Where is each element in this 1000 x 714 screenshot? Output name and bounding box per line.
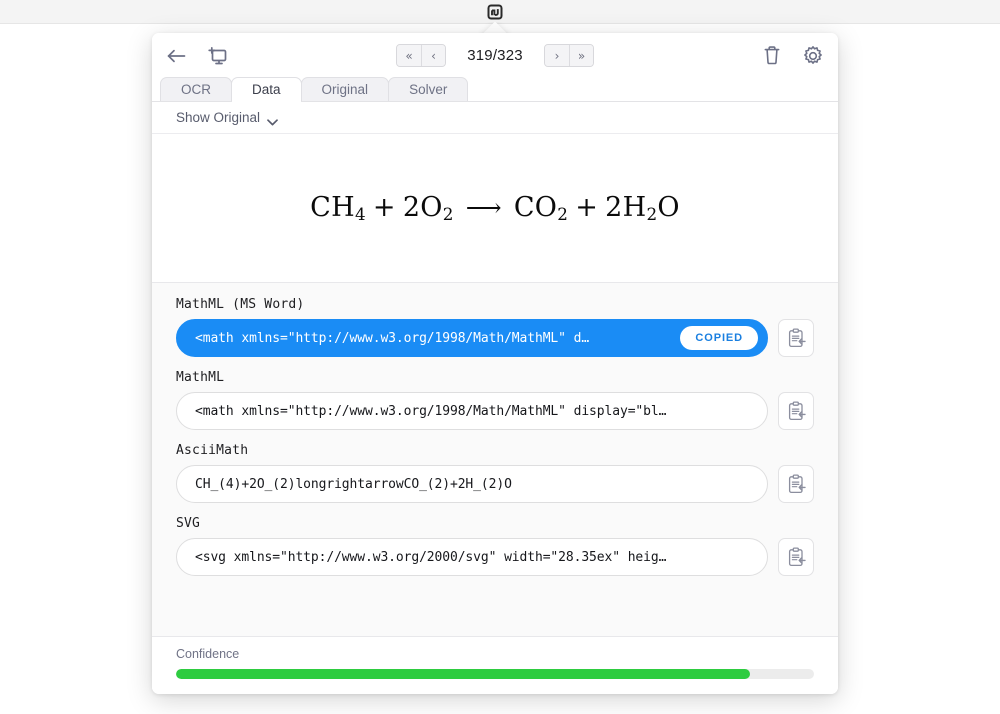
field-value-asciimath[interactable]: CH_(4)+2O_(2)longrightarrowCO_(2)+2H_(2)… [176, 465, 768, 503]
equation-preview: CH4 +2O2 ⟶ CO2 +2H2O [152, 134, 838, 283]
equation-h2o: 2H [605, 191, 647, 223]
tab-bar: OCR Data Original Solver [152, 77, 838, 102]
trash-icon[interactable] [762, 45, 782, 66]
macos-menubar [0, 0, 1000, 24]
show-original-label: Show Original [176, 110, 261, 125]
clipboard-paste-icon[interactable] [778, 465, 814, 503]
field-label: AsciiMath [176, 443, 249, 458]
field-svg: SVG <svg xmlns="http://www.w3.org/2000/s… [176, 516, 814, 576]
tab-ocr[interactable]: OCR [160, 77, 232, 101]
tab-original[interactable]: Original [300, 77, 390, 101]
field-mathml-msword: MathML (MS Word) <math xmlns="http://www… [176, 297, 814, 357]
field-value-text: <math xmlns="http://www.w3.org/1998/Math… [195, 403, 667, 419]
show-original-row: Show Original [152, 102, 838, 134]
equation-o2-sub: 2 [442, 204, 454, 225]
field-label: SVG [176, 516, 201, 531]
field-value-text: CH_(4)+2O_(2)longrightarrowCO_(2)+2H_(2)… [195, 476, 512, 492]
equation-ch-sub: 4 [354, 204, 366, 225]
show-original-toggle[interactable]: Show Original [176, 110, 278, 126]
equation-co: CO [513, 191, 558, 223]
equation-h2o-tail: O [657, 191, 680, 223]
field-label: MathML (MS Word) [176, 297, 305, 312]
tab-data[interactable]: Data [231, 77, 302, 102]
confidence-bar [176, 669, 814, 679]
pager-prev-button[interactable]: ‹ [421, 45, 445, 66]
field-value-svg[interactable]: <svg xmlns="http://www.w3.org/2000/svg" … [176, 538, 768, 576]
pager-last-button[interactable]: » [569, 45, 593, 66]
equation-plus-1: + [372, 191, 396, 223]
clipboard-paste-icon[interactable] [778, 392, 814, 430]
back-arrow-icon[interactable] [166, 47, 188, 65]
confidence-label: Confidence [176, 647, 240, 661]
pager-next-button[interactable]: › [545, 45, 569, 66]
toolbar: « ‹ 319/323 › » [152, 33, 838, 78]
gear-icon[interactable] [802, 45, 824, 67]
equation-h2o-sub: 2 [646, 204, 658, 225]
field-value-text: <svg xmlns="http://www.w3.org/2000/svg" … [195, 549, 667, 565]
pager-count: 319/323 [467, 47, 523, 64]
equation-arrow: ⟶ [465, 192, 502, 222]
pager-prev-group[interactable]: « ‹ [396, 44, 446, 67]
snip-popover-window: « ‹ 319/323 › » OCR Data Original Solver… [152, 33, 838, 694]
clipboard-paste-icon[interactable] [778, 319, 814, 357]
equation-ch: CH [310, 191, 355, 223]
field-value-text: <math xmlns="http://www.w3.org/1998/Math… [195, 330, 590, 346]
pager-next-group[interactable]: › » [544, 44, 594, 67]
field-value-mathml-msword[interactable]: <math xmlns="http://www.w3.org/1998/Math… [176, 319, 768, 357]
equation-plus-2: + [575, 191, 599, 223]
field-label: MathML [176, 370, 225, 385]
field-asciimath: AsciiMath CH_(4)+2O_(2)longrightarrowCO_… [176, 443, 814, 503]
field-value-mathml[interactable]: <math xmlns="http://www.w3.org/1998/Math… [176, 392, 768, 430]
copied-badge: COPIED [680, 326, 758, 350]
pagination: « ‹ 319/323 › » [152, 33, 838, 78]
mathpix-snip-icon[interactable] [485, 2, 505, 22]
rendered-equation: CH4 +2O2 ⟶ CO2 +2H2O [310, 192, 680, 224]
equation-co-sub: 2 [557, 204, 569, 225]
field-mathml: MathML <math xmlns="http://www.w3.org/19… [176, 370, 814, 430]
confidence-bar-fill [176, 669, 751, 679]
tab-solver[interactable]: Solver [388, 77, 469, 101]
pager-first-button[interactable]: « [397, 45, 421, 66]
equation-o2: 2O [402, 191, 443, 223]
confidence-footer: Confidence [152, 636, 838, 694]
chevron-down-icon [267, 114, 278, 126]
new-snip-icon[interactable] [206, 46, 228, 66]
clipboard-paste-icon[interactable] [778, 538, 814, 576]
results-list: MathML (MS Word) <math xmlns="http://www… [152, 283, 838, 636]
